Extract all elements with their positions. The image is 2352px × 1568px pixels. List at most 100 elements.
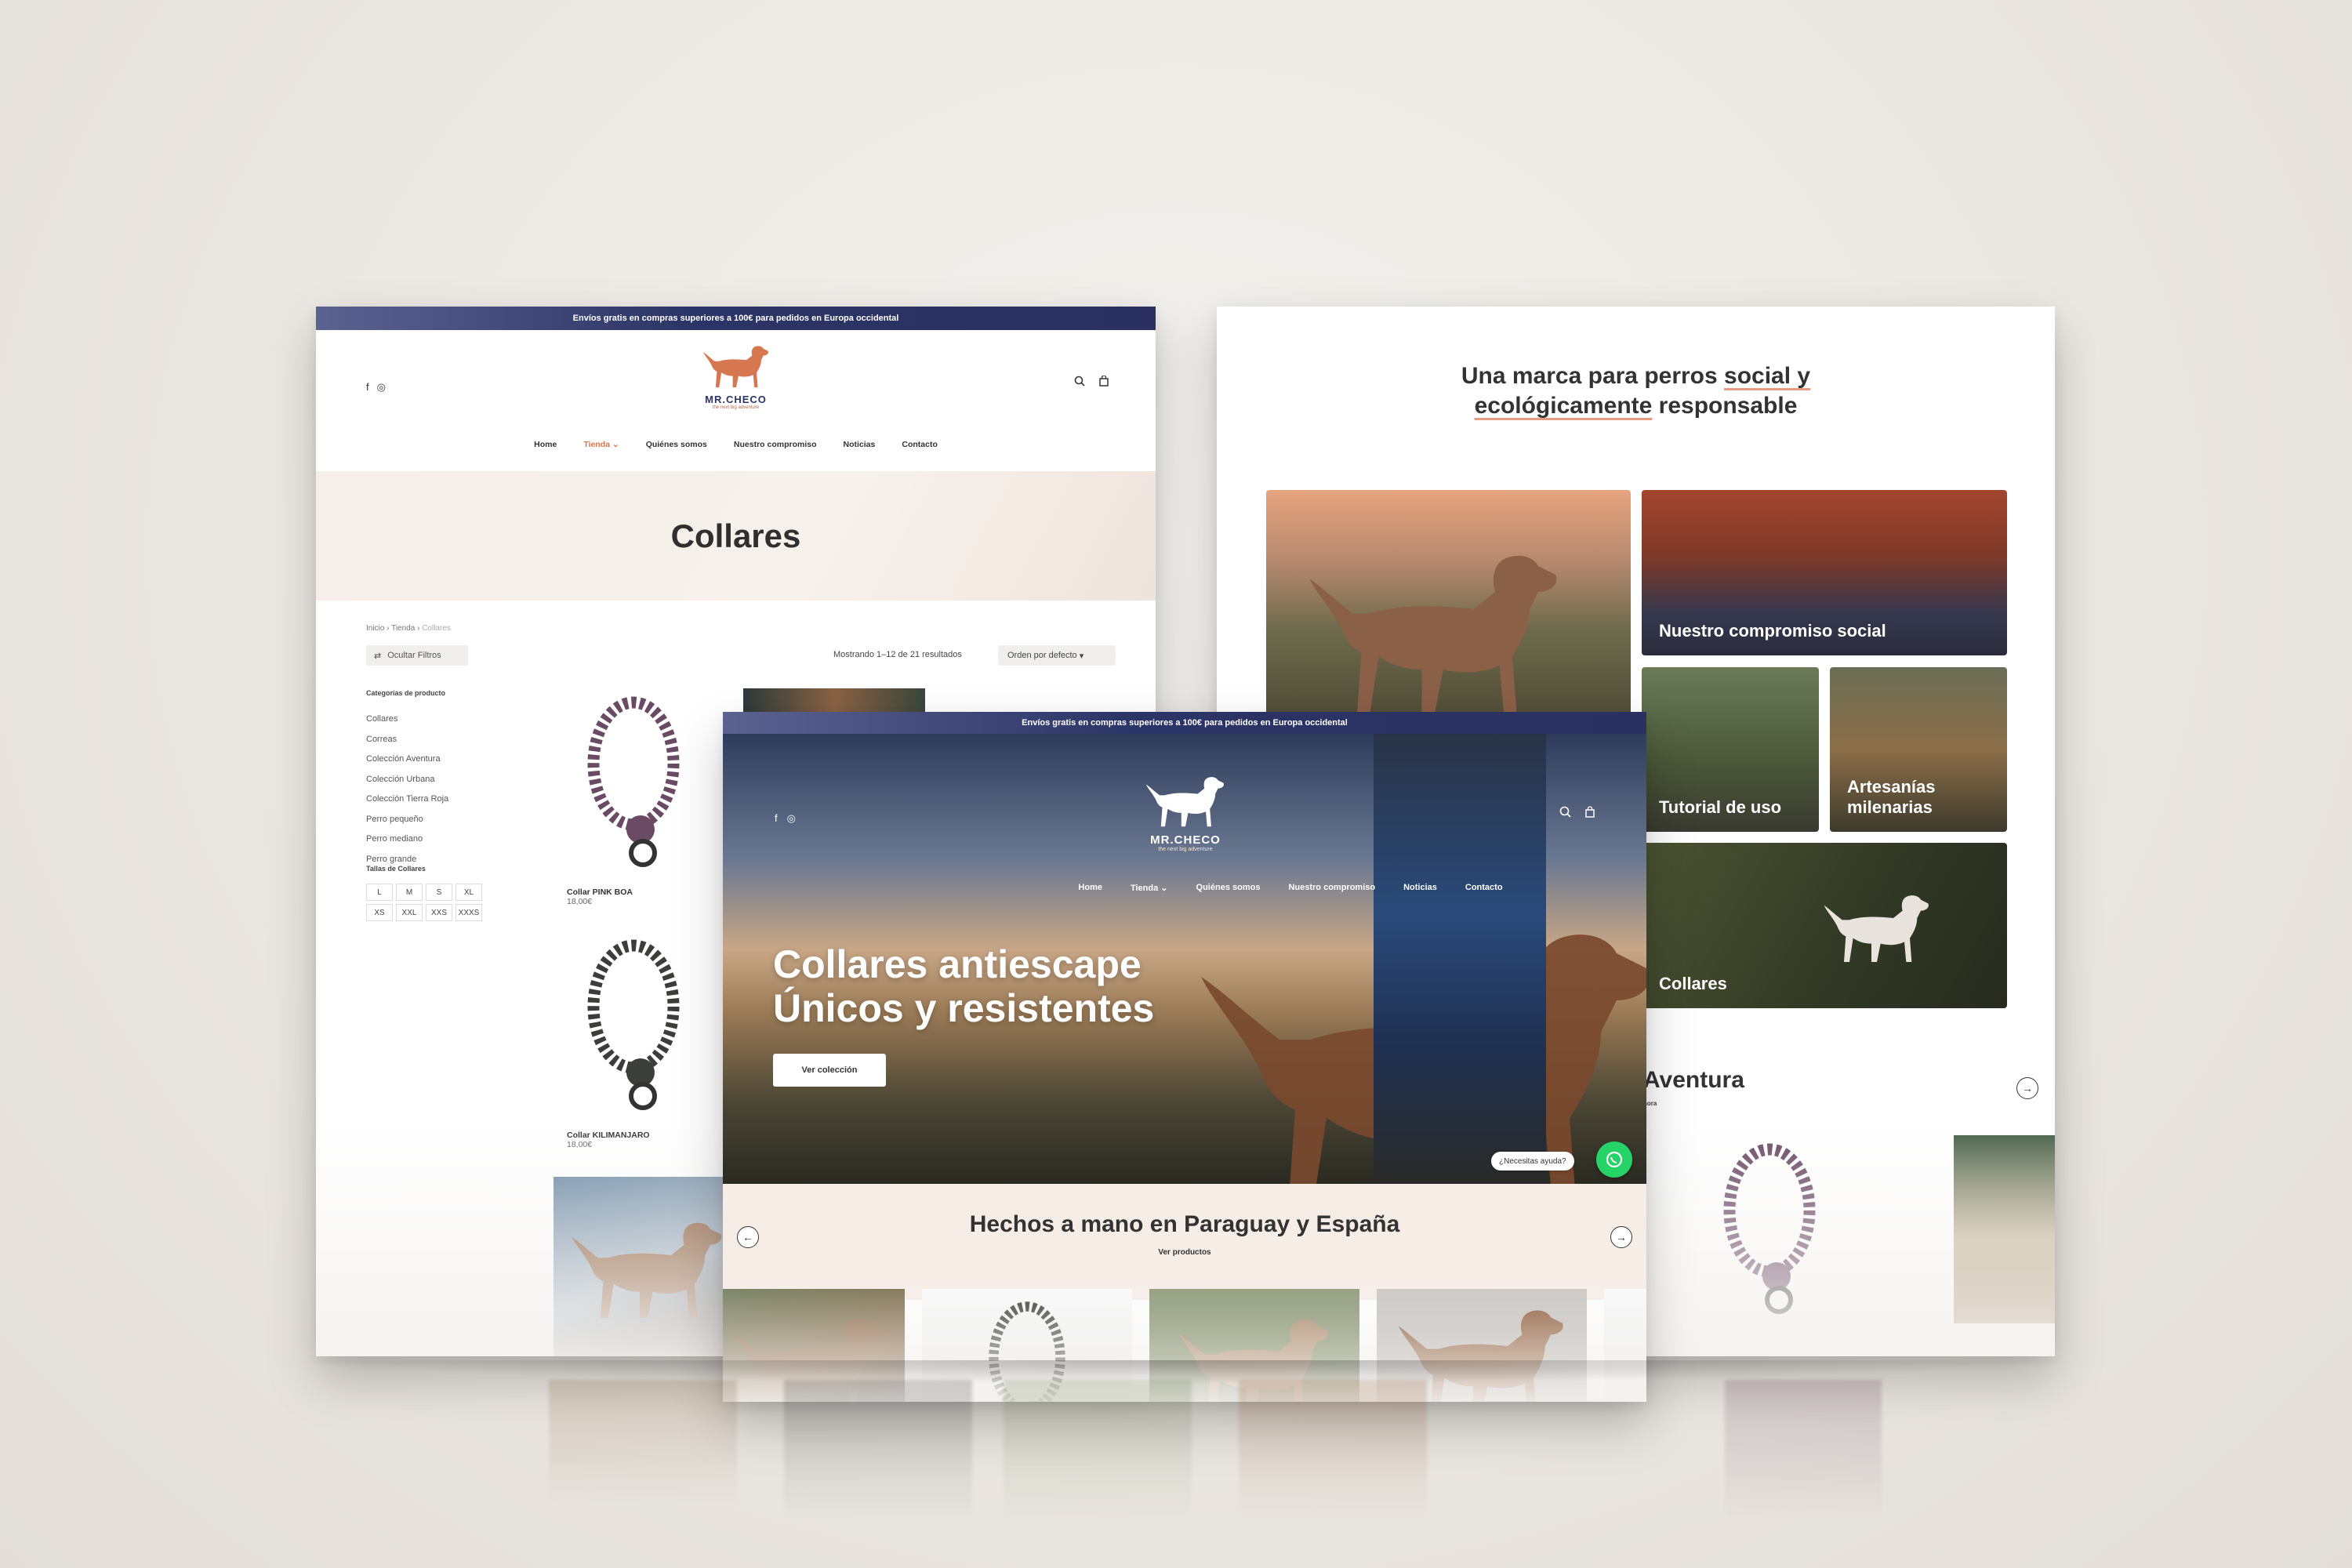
brand-section-title: Una marca para perros social y ecológica… (1217, 361, 2055, 421)
site-header: f ◎ MR.CHECO the next big adventure Home… (316, 330, 1156, 471)
shipping-banner: Envíos gratis en compras superiores a 10… (723, 712, 1646, 734)
brand-name: MR.CHECO (1150, 833, 1221, 847)
section-title: Aventura (1643, 1067, 1744, 1093)
cart-icon[interactable] (1099, 376, 1109, 387)
main-nav: Home Tienda ⌄ Quiénes somos Nuestro comp… (935, 883, 1646, 893)
nav-tienda-label: Tienda (583, 440, 610, 449)
nav-quienes-somos[interactable]: Quiénes somos (646, 440, 707, 449)
product-photo[interactable] (1954, 1135, 2055, 1323)
product-photo[interactable] (1703, 1138, 1860, 1334)
product-price: 18,00€ (567, 1140, 593, 1149)
search-icon[interactable] (1559, 806, 1571, 818)
logo[interactable]: MR.CHECO the next big adventure (702, 344, 771, 410)
nav-quienes-somos[interactable]: Quiénes somos (1196, 883, 1261, 893)
sort-select[interactable]: Orden por defecto ▾ (998, 645, 1116, 666)
sizes-heading: Tallas de Collares (366, 865, 426, 873)
dog-photo-icon (1822, 882, 1932, 976)
category-item[interactable]: Colección Aventura (366, 750, 448, 770)
logo[interactable]: MR.CHECO the next big adventure (1145, 775, 1226, 852)
facebook-icon[interactable]: f (366, 381, 369, 394)
help-bubble[interactable]: ¿Necesitas ayuda? (1491, 1152, 1574, 1171)
dog-photo-icon (1305, 545, 1564, 725)
hero-title: Collares antiescape Únicos y resistentes (773, 942, 1154, 1030)
reflection (298, 1380, 2038, 1568)
facebook-icon[interactable]: f (775, 812, 778, 825)
dog-photo-icon (569, 1192, 726, 1349)
header-icons (1074, 376, 1109, 387)
size-option[interactable]: M (396, 884, 423, 901)
tile-label: Artesanías milenarias (1847, 777, 1936, 817)
tile-label: Collares (1659, 974, 1727, 993)
results-count: Mostrando 1–12 de 21 resultados (833, 650, 962, 659)
breadcrumb-home[interactable]: Inicio (366, 624, 384, 633)
nav-home[interactable]: Home (534, 440, 557, 449)
main-nav: Home Tienda ⌄ Quiénes somos Nuestro comp… (316, 440, 1156, 449)
category-list: Collares Correas Colección Aventura Cole… (366, 710, 448, 869)
brand-tagline: the next big adventure (1158, 847, 1213, 852)
nav-contacto[interactable]: Contacto (1465, 883, 1503, 893)
nav-tienda[interactable]: Tienda ⌄ (1131, 883, 1168, 893)
product-price: 18,00€ (567, 897, 593, 906)
brand-name: MR.CHECO (705, 394, 767, 405)
cart-icon[interactable] (1585, 806, 1595, 818)
product-card[interactable]: Collar KILIMANJARO 18,00€ (567, 934, 724, 1149)
product-card[interactable]: Collar PINK BOA 18,00€ (567, 691, 724, 906)
size-option[interactable]: XXXS (456, 904, 482, 921)
hide-filters-button[interactable]: ⇄ Ocultar Filtros (366, 645, 468, 666)
dog-logo-icon (1145, 775, 1226, 829)
title-highlight: social y (1724, 363, 1811, 389)
section-title: Hechos a mano en Paraguay y España (969, 1211, 1400, 1237)
nav-noticias[interactable]: Noticias (1403, 883, 1437, 893)
collar-image (1703, 1138, 1836, 1326)
search-icon[interactable] (1074, 376, 1085, 387)
whatsapp-button[interactable] (1596, 1142, 1632, 1178)
collar-image (567, 934, 700, 1122)
size-option[interactable]: XL (456, 884, 482, 901)
category-item[interactable]: Collares (366, 710, 448, 730)
breadcrumb-tienda[interactable]: Tienda (391, 624, 415, 633)
hero-banner: f ◎ MR.CHECO the next big adventure Home… (723, 734, 1646, 1184)
nav-compromiso[interactable]: Nuestro compromiso (734, 440, 817, 449)
shipping-banner: Envíos gratis en compras superiores a 10… (316, 307, 1156, 330)
nav-compromiso[interactable]: Nuestro compromiso (1288, 883, 1375, 893)
tile-collares[interactable]: Collares (1642, 843, 2007, 1008)
social-links: f ◎ (366, 381, 386, 394)
size-option[interactable]: L (366, 884, 393, 901)
instagram-icon[interactable]: ◎ (377, 381, 386, 394)
product-name: Collar PINK BOA (567, 887, 633, 897)
size-option[interactable]: S (426, 884, 452, 901)
nav-tienda[interactable]: Tienda ⌄ (583, 440, 619, 449)
nav-tienda-label: Tienda (1130, 884, 1159, 893)
nav-noticias[interactable]: Noticias (844, 440, 876, 449)
tile-artesanias[interactable]: Artesanías milenarias (1830, 667, 2007, 832)
size-option[interactable]: XXS (426, 904, 452, 921)
tile-label: Nuestro compromiso social (1659, 621, 1886, 641)
tile-hero-photo[interactable] (1266, 490, 1631, 725)
size-option[interactable]: XS (366, 904, 393, 921)
page-hero: Collares (316, 471, 1156, 601)
view-products-link[interactable]: Ver productos (723, 1248, 1646, 1257)
product-photo[interactable] (554, 1177, 734, 1356)
category-item[interactable]: Correas (366, 730, 448, 750)
category-item[interactable]: Colección Urbana (366, 770, 448, 790)
title-part: Una marca para perros (1461, 363, 1725, 389)
category-item[interactable]: Colección Tierra Roja (366, 789, 448, 810)
tile-tutorial[interactable]: Tutorial de uso (1642, 667, 1819, 832)
product-name: Collar KILIMANJARO (567, 1131, 650, 1140)
filter-icon: ⇄ (374, 651, 382, 661)
next-arrow-icon[interactable]: → (1610, 1226, 1632, 1248)
title-highlight: ecológicamente (1474, 393, 1653, 419)
instagram-icon[interactable]: ◎ (787, 812, 796, 825)
hero-line: Únicos y resistentes (773, 986, 1155, 1030)
size-option[interactable]: XXL (396, 904, 423, 921)
nav-contacto[interactable]: Contacto (902, 440, 938, 449)
category-item[interactable]: Perro mediano (366, 829, 448, 850)
next-arrow-icon[interactable]: → (2016, 1077, 2038, 1099)
breadcrumb: Inicio › Tienda › Collares (366, 624, 451, 633)
title-part: responsable (1652, 393, 1798, 419)
view-collection-button[interactable]: Ver colección (773, 1054, 886, 1087)
collar-image (567, 691, 700, 879)
category-item[interactable]: Perro pequeño (366, 810, 448, 830)
tile-compromiso-social[interactable]: Nuestro compromiso social (1642, 490, 2007, 655)
nav-home[interactable]: Home (1078, 883, 1102, 893)
